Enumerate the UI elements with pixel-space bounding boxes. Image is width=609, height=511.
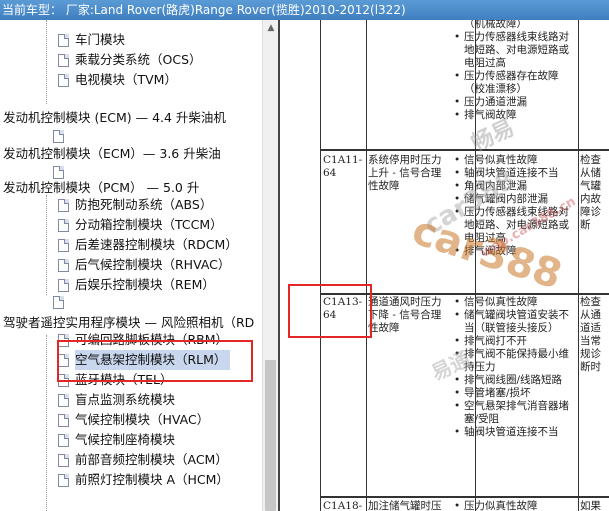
document-icon <box>58 53 69 67</box>
document-icon <box>58 393 69 407</box>
row3-causes: 压力似真性故障 <box>454 500 576 511</box>
document-icon <box>58 413 69 427</box>
document-icon <box>53 165 64 179</box>
table-border <box>320 20 321 511</box>
tree-item-rem[interactable]: 后娱乐控制模块（REM） <box>58 275 215 295</box>
document-icon <box>58 278 69 292</box>
tree-connector <box>46 195 47 295</box>
tree-item-ecm-44-doc[interactable] <box>53 126 70 146</box>
document-icon <box>53 295 64 309</box>
tree-item-door-module[interactable]: 车门模块 <box>58 30 125 50</box>
document-icon <box>53 129 64 143</box>
highlight-box-code <box>288 284 372 338</box>
scrollbar-thumb[interactable] <box>265 360 276 511</box>
tree-folder-ecm-44[interactable]: 发动机控制模块 (ECM) — 4.4 升柴油机 <box>3 108 226 128</box>
tree-item-hcm[interactable]: 前照灯控制模块 A（HCM） <box>58 470 229 490</box>
tree-item-blank-doc[interactable] <box>53 292 70 312</box>
tree-item-hvac[interactable]: 气候控制模块（HVAC） <box>58 410 209 430</box>
tree-item-rhvac[interactable]: 后气候控制模块（RHVAC） <box>58 255 230 275</box>
row2-description: 通道通风时压力下降 - 信号合理性故障 <box>368 296 442 334</box>
document-icon <box>58 473 69 487</box>
tree-item-ocs[interactable]: 乘载分类系统（OCS） <box>58 50 202 70</box>
document-icon <box>58 198 69 212</box>
tree-item-climate-seat[interactable]: 气候控制座椅模块 <box>58 430 175 450</box>
document-icon <box>58 33 69 47</box>
tree-item-tvm[interactable]: 电视模块（TVM） <box>58 70 177 90</box>
row1-action: 检查从储气罐内故障诊断 <box>580 154 601 231</box>
tree-item-abs[interactable]: 防抱死制动系统（ABS） <box>58 195 212 215</box>
document-icon <box>58 433 69 447</box>
tree-item-tccm[interactable]: 分动箱控制模块（TCCM） <box>58 215 223 235</box>
row0-causes: （机械故障） 压力传感器线束线路对地短路、对电源短路或电阻过高 压力传感器存在故… <box>454 20 576 122</box>
document-icon <box>58 218 69 232</box>
document-view: （机械故障） 压力传感器线束线路对地短路、对电源短路或电阻过高 压力传感器存在故… <box>280 20 609 511</box>
document-icon <box>58 258 69 272</box>
scroll-up-arrow-icon[interactable]: ▲ <box>263 20 279 36</box>
tree-connector <box>46 335 47 511</box>
row2-action: 检查从通道适当常规诊断时 <box>580 296 601 373</box>
document-icon <box>58 238 69 252</box>
row2-causes: 信号似真性故障 储气罐阀块管道安装不当（联管接头接反） 排气阀打不开 排气阀不能… <box>454 296 576 439</box>
table-border <box>320 149 609 151</box>
row3-action: 如果有 <box>580 500 601 511</box>
row1-description: 系统停用时压力上升 - 信号合理性故障 <box>368 154 442 192</box>
tree-scrollbar[interactable]: ▲ <box>262 20 278 511</box>
document-icon <box>58 453 69 467</box>
tree-connector <box>46 20 47 104</box>
tree-item-acm[interactable]: 前部音频控制模块（ACM） <box>58 450 228 470</box>
tree-item-rdcm[interactable]: 后差速器控制模块（RDCM） <box>58 235 238 255</box>
current-vehicle-title: 当前车型： 厂家:Land Rover(路虎)Range Rover(揽胜)20… <box>2 3 406 17</box>
highlight-box-tree <box>57 340 253 382</box>
document-icon <box>58 73 69 87</box>
row1-code: C1A11-64 <box>323 154 363 179</box>
row1-causes: 信号似真性故障 轴阀块管道连接不当 角阀内部泄漏 储气罐阀内部泄漏 压力传感器线… <box>454 154 576 258</box>
tree-folder-ecm-36[interactable]: 发动机控制模块（ECM）— 3.6 升柴油 <box>3 144 221 164</box>
tree-item-blind-spot[interactable]: 盲点监测系统模块 <box>58 390 175 410</box>
module-tree[interactable]: 车门模块 乘载分类系统（OCS） 电视模块（TVM） 发动机控制模块 (ECM)… <box>0 20 262 511</box>
table-border <box>366 20 367 511</box>
table-border <box>320 496 609 498</box>
app-title-bar: 当前车型： 厂家:Land Rover(路虎)Range Rover(揽胜)20… <box>0 0 609 20</box>
row3-code: C1A18- <box>323 500 363 511</box>
table-border <box>578 20 579 511</box>
row3-description: 加注储气罐时压 <box>368 500 442 511</box>
